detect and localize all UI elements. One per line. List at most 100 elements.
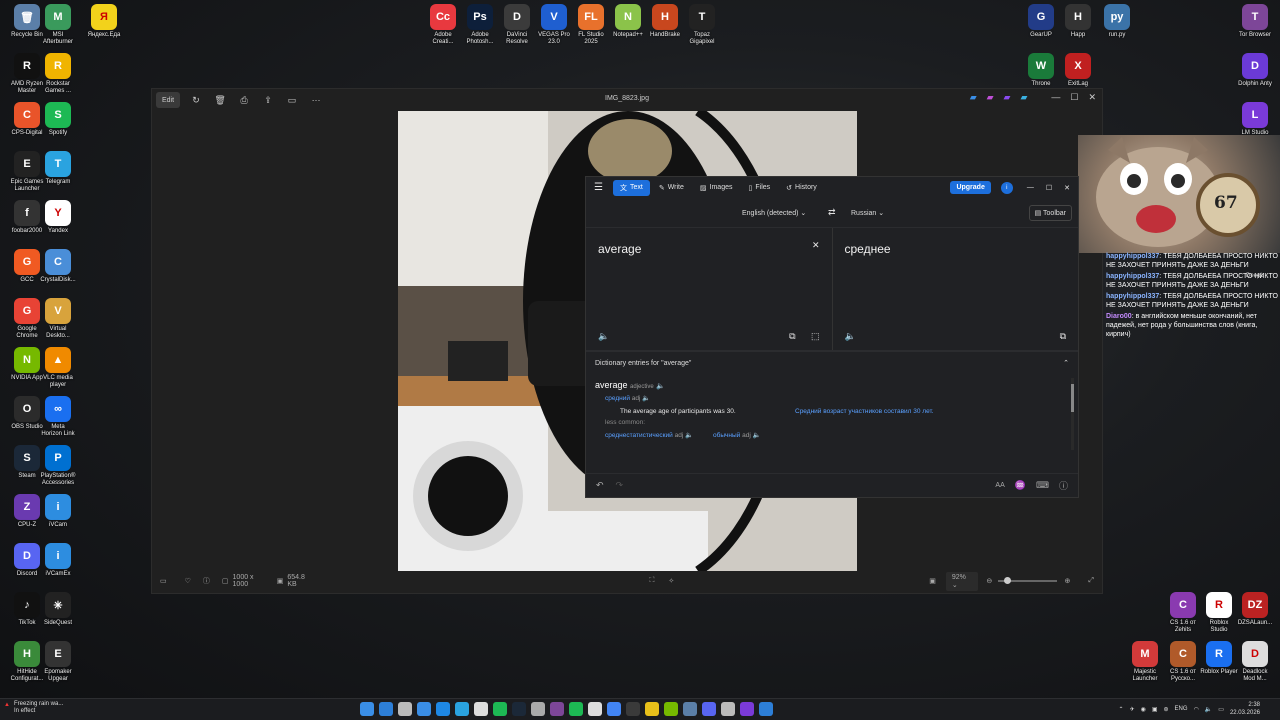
desktop-icon-tor-browser[interactable]: T Tor Browser [1232, 4, 1278, 39]
taskbar-app-icon[interactable] [379, 702, 393, 716]
taskbar-app-icon[interactable] [569, 702, 583, 716]
scrollbar[interactable] [1071, 378, 1074, 450]
chevron-up-icon[interactable]: ⌃ [1119, 706, 1124, 713]
keyboard-icon[interactable]: ⌨ [1036, 480, 1049, 491]
taskbar-app-icon[interactable] [455, 702, 469, 716]
desktop-icon-vlc-media-player[interactable]: ▲ VLC media player [35, 347, 81, 389]
scrollbar-thumb[interactable] [1071, 384, 1074, 412]
taskbar-app-icon[interactable] [474, 702, 488, 716]
taskbar-app-icon[interactable] [626, 702, 640, 716]
desktop-icon-meta-horizon-link[interactable]: ∞ Meta Horizon Link [35, 396, 81, 438]
clock[interactable]: 2:38 22.03.2026 [1230, 701, 1260, 717]
account-icon[interactable]: i [1000, 181, 1013, 194]
desktop-icon-sidequest[interactable]: ✳ SideQuest [35, 592, 81, 627]
minimize-icon[interactable]: — [1027, 184, 1034, 191]
volume-icon[interactable]: 🔈 [1205, 706, 1212, 713]
desktop-icon-crystaldisk[interactable]: C CrystalDisk... [35, 249, 81, 284]
taskbar-app-icon[interactable] [607, 702, 621, 716]
minimize-icon[interactable]: — [1051, 92, 1060, 103]
clipchamp-app-icon[interactable]: ▰ [1004, 92, 1011, 103]
desktop-icon-playstation-accessories[interactable]: P PlayStation® Accessories [35, 445, 81, 487]
swap-languages-icon[interactable]: ⇄ [828, 207, 836, 218]
speaker-icon[interactable]: 🔈 [845, 331, 856, 342]
desktop-icon-ivcamex[interactable]: i iVCamEx [35, 543, 81, 578]
desktop-icon-topaz-gigapixel[interactable]: T Topaz Gigapixel [679, 4, 725, 46]
translation-link[interactable]: средний [605, 395, 630, 402]
designer-app-icon[interactable]: ▰ [987, 92, 994, 103]
taskbar-app-icon[interactable] [740, 702, 754, 716]
fit-icon[interactable]: ▣ [929, 577, 936, 585]
taskbar-app-icon[interactable] [398, 702, 412, 716]
tab-text[interactable]: 文 Text [612, 179, 650, 196]
zoom-out-icon[interactable]: ⊖ [986, 577, 992, 585]
source-text[interactable]: average [598, 242, 820, 256]
tab-files[interactable]: ▯ Files [742, 180, 778, 196]
undo-icon[interactable]: ↶ [596, 480, 604, 491]
tab-write[interactable]: ✎ Write [652, 180, 691, 196]
tray-app-icon[interactable]: ◉ [1141, 706, 1146, 713]
voice-icon[interactable]: ♒ [1015, 480, 1026, 491]
desktop-icon-telegram[interactable]: T Telegram [35, 151, 81, 186]
taskbar-app-icon[interactable] [436, 702, 450, 716]
speaker-icon[interactable]: 🔈 [685, 432, 693, 439]
toolbar-button[interactable]: ▤ Toolbar [1028, 204, 1072, 221]
wifi-icon[interactable]: ◠ [1194, 706, 1199, 713]
weather-widget[interactable]: ▲ Freezing rain wa... In effect [4, 701, 63, 715]
dictionary-header[interactable]: Dictionary entries for "average" ⌃ [586, 351, 1078, 374]
zoom-slider-thumb[interactable] [1004, 577, 1012, 584]
clear-icon[interactable]: ✕ [812, 240, 820, 251]
taskbar-app-icon[interactable] [721, 702, 735, 716]
copy-icon[interactable]: ⧉ [1060, 331, 1066, 342]
editor-app-icon[interactable]: ▰ [970, 92, 977, 103]
tray-app-icon[interactable]: ⊛ [1164, 706, 1169, 713]
battery-icon[interactable]: ▭ [1218, 706, 1224, 713]
speaker-icon[interactable]: 🔈 [656, 383, 665, 390]
redo-icon[interactable]: ↷ [616, 480, 624, 491]
cloud-app-icon[interactable]: ▰ [1020, 92, 1027, 103]
source-language-select[interactable]: English (detected) ⌄ [742, 209, 806, 217]
font-size-icon[interactable]: AA [995, 482, 1004, 489]
zoom-in-icon[interactable]: ⊕ [1065, 577, 1071, 585]
desktop-icon-rockstar-games[interactable]: R Rockstar Games ... [35, 53, 81, 95]
taskbar-app-icon[interactable] [550, 702, 564, 716]
source-pane[interactable]: average ✕ 🔈 ⧉ ⬚ [586, 228, 832, 350]
taskbar-app-icon[interactable] [493, 702, 507, 716]
desktop-icon-dzsalaun[interactable]: DZ DZSALaun... [1232, 592, 1278, 627]
taskbar-app-icon[interactable] [702, 702, 716, 716]
select-icon[interactable]: ⬚ [811, 331, 820, 342]
tab-history[interactable]: ↺ History [779, 180, 824, 196]
desktop-icon-ivcam[interactable]: i iVCam [35, 494, 81, 529]
desktop-icon-run-py[interactable]: py run.py [1094, 4, 1140, 39]
upgrade-button[interactable]: Upgrade [950, 181, 991, 194]
desktop-icon-spotify[interactable]: S Spotify [35, 102, 81, 137]
taskbar-app-icon[interactable] [417, 702, 431, 716]
desktop-icon-dolphin-anty[interactable]: D Dolphin Anty [1232, 53, 1278, 88]
tray-app-icon[interactable]: ▣ [1152, 706, 1158, 713]
taskbar-app-icon[interactable] [512, 702, 526, 716]
taskbar-app-icon[interactable] [683, 702, 697, 716]
copy-icon[interactable]: ⧉ [789, 331, 795, 342]
info-icon[interactable]: ⓘ [203, 576, 210, 586]
desktop-icon-yandex[interactable]: Y Yandex [35, 200, 81, 235]
desktop-icon-exitlag[interactable]: X ExitLag [1055, 53, 1101, 88]
close-icon[interactable]: ✕ [1088, 92, 1096, 103]
input-language[interactable]: ENG [1175, 706, 1188, 712]
target-language-select[interactable]: Russian ⌄ [851, 209, 884, 217]
fullscreen-icon[interactable]: ⤢ [1088, 577, 1094, 585]
desktop-icon-deadlock-mod-m[interactable]: D Deadlock Mod M... [1232, 641, 1278, 683]
taskbar-app-icon[interactable] [759, 702, 773, 716]
desktop-icon-lm-studio[interactable]: L LM Studio [1232, 102, 1278, 137]
taskbar-app-icon[interactable] [531, 702, 545, 716]
favorite-icon[interactable]: ♡ [185, 577, 191, 585]
desktop-icon-virtual-deskto[interactable]: V Virtual Deskto... [35, 298, 81, 340]
desktop-icon-яндекс-еда[interactable]: Я Яндекс.Еда [81, 4, 127, 39]
maximize-icon[interactable]: ☐ [1070, 92, 1078, 103]
plane-icon[interactable]: ✈ [1130, 706, 1135, 713]
speaker-icon[interactable]: 🔈 [642, 395, 650, 402]
taskbar-app-icon[interactable] [588, 702, 602, 716]
translation-link[interactable]: обычный [713, 432, 740, 439]
crop-icon[interactable]: ⛶ [649, 577, 654, 585]
taskbar-app-icon[interactable] [645, 702, 659, 716]
filmstrip-icon[interactable]: ▭ [160, 577, 167, 585]
close-icon[interactable]: ✕ [1064, 184, 1070, 192]
